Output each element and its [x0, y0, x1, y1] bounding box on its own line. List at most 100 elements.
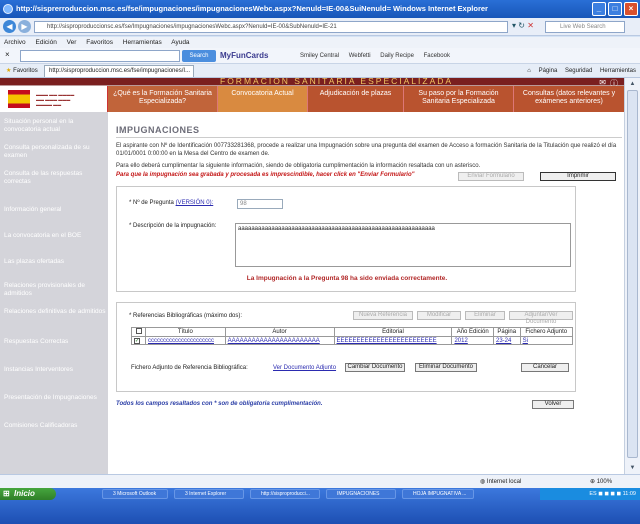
scroll-up-icon[interactable]: ▲	[627, 79, 638, 89]
sidebar-item-comisiones[interactable]: Comisiones Calificadoras	[0, 422, 108, 430]
zoom-control[interactable]: ⊕ 100%	[590, 475, 612, 489]
menu-herramientas[interactable]: Herramientas	[123, 39, 162, 46]
page-viewport: FORMACIÓN SANITARIA ESPECIALIZADA ✉ ⓘ ▬▬…	[0, 78, 624, 474]
attach-document-button[interactable]: Adjuntar/Ver Documento	[509, 311, 573, 325]
cmd-pagina[interactable]: Página	[539, 68, 558, 74]
print-button[interactable]: Imprimir	[540, 172, 616, 181]
header-editorial: Editorial	[333, 327, 453, 337]
browser-tab[interactable]: http://sisproproduccion.msc.es/fse/impug…	[44, 65, 194, 77]
cell-fichero[interactable]: Si	[519, 336, 574, 345]
cmd-herramientas[interactable]: Herramientas	[600, 68, 636, 74]
forward-arrow-icon[interactable]: ▶	[18, 20, 31, 33]
favorites-button[interactable]: ★ Favoritos	[6, 64, 38, 78]
tab-que-es-fse[interactable]: ¿Qué es la Formación Sanitaria Especiali…	[108, 86, 218, 112]
version-link[interactable]: (VERSIÓN 0):	[176, 200, 214, 206]
menu-edicion[interactable]: Edición	[36, 39, 57, 46]
table-row[interactable]: ✓ cccccccccccccccccccccc AAAAAAAAAAAAAAA…	[131, 336, 574, 345]
cell-anio[interactable]: 2012	[451, 336, 494, 345]
new-reference-button[interactable]: Nueva Referencia	[353, 311, 413, 320]
success-message: La Impugnación a la Pregunta 98 ha sido …	[246, 275, 448, 282]
sidebar-item-impugnaciones[interactable]: Presentación de Impugnaciones	[0, 394, 108, 402]
cell-autor[interactable]: AAAAAAAAAAAAAAAAAAAAAAA	[224, 336, 335, 345]
maximize-button[interactable]: □	[608, 2, 622, 16]
task-ie[interactable]: 3 Internet Explorer	[174, 489, 244, 499]
sidebar-item-info-general[interactable]: Información general	[0, 206, 108, 214]
sidebar: Situación personal en la convocatoria ac…	[0, 112, 108, 474]
question-label: * Nº de Pregunta (VERSIÓN 0):	[129, 200, 214, 206]
site-banner: FORMACIÓN SANITARIA ESPECIALIZADA ✉ ⓘ	[0, 78, 624, 88]
toolbar-search-input[interactable]	[20, 50, 180, 62]
sidebar-item-definitivas[interactable]: Relaciones definitivas de admitidos	[0, 308, 108, 316]
close-button[interactable]: ×	[624, 2, 638, 16]
task-outlook[interactable]: 3 Microsoft Outlook	[102, 489, 168, 499]
references-box: * Referencias Bibliográficas (máximo dos…	[116, 302, 576, 392]
title-divider	[116, 137, 622, 138]
favorites-bar: ★ Favoritos http://sisproproduccion.msc.…	[0, 64, 640, 78]
delete-reference-button[interactable]: Eliminar	[465, 311, 505, 320]
menu-archivo[interactable]: Archivo	[4, 39, 26, 46]
cmd-seguridad[interactable]: Seguridad	[565, 68, 592, 74]
toolbar-link-facebook[interactable]: Facebook	[424, 53, 450, 59]
tab-su-paso[interactable]: Su paso por la Formación Sanitaria Espec…	[404, 86, 514, 112]
taskbar: ⊞ Inicio 3 Microsoft Outlook 3 Internet E…	[0, 488, 640, 524]
search-toolbar: × Search MyFunCards Smiley Central Webfe…	[0, 48, 640, 64]
delete-document-button[interactable]: Eliminar Documento	[415, 363, 477, 372]
tab-consultas[interactable]: Consultas (datos relevantes y exámenes a…	[514, 86, 624, 112]
view-document-link[interactable]: Ver Documento Adjunto	[273, 365, 336, 371]
myfuncards-brand[interactable]: MyFunCards	[220, 50, 268, 62]
select-all-checkbox[interactable]	[135, 328, 142, 334]
description-label: * Descripción de la impugnación:	[129, 223, 217, 229]
address-input[interactable]: http://sisproproduccionsc.es/fse/Impugna…	[34, 21, 508, 33]
sidebar-item-respuestas[interactable]: Consulta de las respuestas correctas	[0, 170, 108, 186]
sidebar-item-provisionales[interactable]: Relaciones provisionales de admitidos	[0, 282, 108, 298]
send-form-button[interactable]: Enviar Formulario	[458, 172, 524, 181]
description-textarea[interactable]: aaaaaaaaaaaaaaaaaaaaaaaaaaaaaaaaaaaaaaaa…	[235, 223, 571, 267]
stop-icon[interactable]: ✕	[527, 21, 534, 30]
cell-editorial[interactable]: EEEEEEEEEEEEEEEEEEEEEEEEE	[333, 336, 453, 345]
back-arrow-icon[interactable]: ◀	[3, 20, 16, 33]
go-dropdown-icon[interactable]: ▾	[512, 21, 516, 30]
task-impugnaciones[interactable]: IMPUGNACIONES	[326, 489, 396, 499]
menu-favoritos[interactable]: Favoritos	[86, 39, 113, 46]
toolbar-link-smiley[interactable]: Smiley Central	[300, 53, 339, 59]
live-search-input[interactable]: Live Web Search	[545, 21, 625, 33]
cell-pagina[interactable]: 23-24	[492, 336, 521, 345]
tab-adjudicacion[interactable]: Adjudicación de plazas	[308, 86, 404, 112]
toolbar-close-icon[interactable]: ×	[5, 50, 10, 59]
cancel-button[interactable]: Cancelar	[521, 363, 569, 372]
toolbar-search-button[interactable]: Search	[182, 50, 216, 62]
sidebar-item-situacion[interactable]: Situación personal en la convocatoria ac…	[0, 118, 108, 134]
vertical-scrollbar[interactable]: ▲ ▼	[624, 78, 640, 474]
tray-icons: ◼ ◼ ◼ ◼	[598, 491, 622, 497]
menu-ver[interactable]: Ver	[67, 39, 77, 46]
sidebar-item-boe[interactable]: La convocatoria en el BOE	[0, 232, 108, 240]
page-title: IMPUGNACIONES	[116, 125, 200, 135]
toolbar-link-recipe[interactable]: Daily Recipe	[380, 53, 414, 59]
window-title: http://sisprerroduccion.msc.es/fse/impug…	[16, 4, 488, 13]
row-checkbox[interactable]: ✓	[134, 337, 140, 344]
scroll-down-icon[interactable]: ▼	[627, 463, 638, 473]
modify-reference-button[interactable]: Modificar	[417, 311, 461, 320]
window-titlebar: http://sisprerroduccion.msc.es/fse/impug…	[0, 0, 640, 18]
sidebar-item-interventores[interactable]: Instancias Interventores	[0, 366, 108, 374]
sidebar-item-plazas[interactable]: Las plazas ofertadas	[0, 258, 108, 266]
sidebar-item-examen[interactable]: Consulta personalizada de su examen	[0, 144, 108, 160]
tab-convocatoria-actual[interactable]: Convocatoria Actual	[218, 86, 308, 112]
start-button[interactable]: ⊞ Inicio	[0, 488, 56, 500]
change-document-button[interactable]: Cambiar Documento	[345, 363, 405, 372]
home-icon[interactable]: ⌂	[527, 68, 531, 74]
refresh-icon[interactable]: ↻	[518, 21, 525, 30]
address-actions: ▾ ↻ ✕	[512, 21, 534, 30]
cell-titulo[interactable]: cccccccccccccccccccccc	[145, 336, 226, 345]
menu-ayuda[interactable]: Ayuda	[171, 39, 189, 46]
sidebar-item-respuestas-correctas[interactable]: Respuestas Correctas	[0, 338, 108, 346]
scroll-thumb[interactable]	[627, 90, 638, 458]
task-hoja[interactable]: HOJA IMPUGNATIVA ...	[402, 489, 474, 499]
back-button[interactable]: Volver	[532, 400, 574, 409]
language-indicator[interactable]: ES	[589, 491, 596, 497]
status-bar: ◍ Internet local ⊕ 100%	[0, 474, 640, 488]
toolbar-link-webfetti[interactable]: Webfetti	[349, 53, 371, 59]
minimize-button[interactable]: _	[592, 2, 606, 16]
question-number-input[interactable]: 98	[237, 199, 283, 209]
task-sispro[interactable]: http://sisproproducci...	[250, 489, 320, 499]
